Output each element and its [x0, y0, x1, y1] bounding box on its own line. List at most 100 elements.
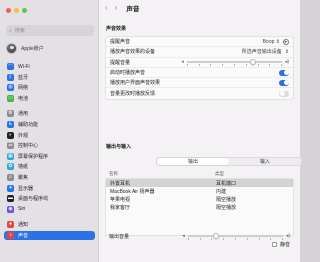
startup-sound-toggle[interactable]: [279, 69, 289, 76]
back-icon[interactable]: ‹: [105, 4, 108, 12]
wifi-icon: ◠: [7, 63, 14, 70]
volume-high-icon: ◂): [284, 59, 289, 66]
zoom-button[interactable]: [22, 8, 27, 13]
mute-label: 静音: [279, 242, 290, 248]
sidebar-item[interactable]: ♪ 声音: [4, 230, 95, 240]
slider-tick: [223, 238, 224, 240]
sidebar-item[interactable]: ◉ Siri: [4, 205, 95, 214]
sidebar-item[interactable]: ⌕ 聚焦: [4, 173, 95, 182]
sidebar-item[interactable]: ▬ 桌面与程序坞: [4, 194, 95, 203]
sidebar-item[interactable]: ◍ 网络: [4, 83, 95, 92]
startup-sound-row: 启动时播放声音: [106, 68, 293, 79]
slider-tick: [199, 238, 201, 240]
slider-tick: [246, 238, 248, 240]
close-button[interactable]: [6, 8, 11, 13]
alert-volume-row: 提醒音量 ◂ ◂): [106, 58, 293, 68]
forward-icon[interactable]: ›: [115, 4, 118, 12]
mute-row: 静音: [105, 241, 294, 248]
output-volume-label: 输出音量: [109, 233, 130, 240]
column-type-header[interactable]: 类型: [215, 171, 294, 177]
sidebar-search[interactable]: ⌕ 搜索: [6, 25, 94, 36]
spotlight-icon: ⌕: [7, 173, 14, 181]
sidebar-item-label: 声音: [18, 232, 29, 239]
table-header: 名称 类型: [105, 170, 294, 178]
slider-tick: [187, 238, 189, 240]
account-item[interactable]: Apple账户: [6, 40, 94, 56]
alert-sound-label: 提醒声音: [110, 39, 131, 46]
slider-tick: [235, 238, 236, 240]
slider-tick: [222, 64, 223, 67]
device-type: 内建: [216, 188, 227, 195]
slider-tick: [281, 64, 282, 67]
sidebar-item[interactable]: ▭ 电池: [4, 94, 95, 103]
sidebar-item-label: 外观: [18, 132, 29, 139]
sound-icon: ♪: [7, 231, 14, 239]
ui-effects-label: 播放用户界面声音效果: [110, 80, 161, 87]
mute-checkbox[interactable]: [271, 242, 277, 247]
sidebar-list: ◠ Wi-Fi ᛒ 蓝牙 ◍ 网络 ▭ 电池 ⚙ 通用 ♿ 辅助功能 ◐ 外观 ☰ 控制中心 ▦ 屏幕保护程序 ✿ 墙…: [4, 62, 95, 242]
volume-low-icon: ◂: [181, 59, 184, 66]
screensaver-icon: ▦: [7, 152, 14, 160]
wallpaper-icon: ✿: [7, 163, 14, 171]
play-sound-icon[interactable]: ▸: [283, 38, 289, 45]
alerts-panel: 提醒声音 Boop ⇕ ▸ 播放声音效果的设备 所选声音输出设备 ⇕ 提醒音量 …: [105, 36, 294, 100]
search-input[interactable]: 搜索: [15, 27, 25, 34]
sidebar-item-label: 辅助功能: [18, 121, 39, 128]
appearance-icon: ◐: [7, 131, 14, 139]
table-row[interactable]: 苹果电视 隔空播放: [106, 196, 293, 204]
alert-sound-select[interactable]: Boop ⇕: [263, 39, 280, 45]
network-icon: ◍: [7, 84, 14, 92]
search-icon: ⌕: [9, 27, 12, 34]
sidebar-item[interactable]: ◠ Wi-Fi: [4, 62, 95, 71]
chevron-updown-icon: ⇕: [284, 48, 289, 55]
gear-icon: ⚙: [7, 110, 14, 118]
table-row[interactable]: MacBook Air 扬声器 内建: [106, 187, 293, 195]
alert-volume-slider[interactable]: [186, 58, 282, 67]
output-volume-panel: 输出音量 ◂ ◂) 静音: [105, 231, 294, 253]
sidebar-item[interactable]: ♿ 辅助功能: [4, 120, 95, 129]
play-through-select[interactable]: 所选声音输出设备 ⇕: [242, 48, 289, 56]
table-row[interactable]: 外置耳机 耳机端口: [106, 179, 293, 188]
ui-effects-toggle[interactable]: [279, 79, 289, 86]
tab-output[interactable]: 输出: [157, 158, 229, 165]
sidebar-item-label: 蓝牙: [18, 74, 29, 81]
tab-input[interactable]: 输入: [229, 158, 301, 165]
slider-tick: [282, 238, 283, 240]
volume-feedback-toggle[interactable]: [279, 90, 289, 97]
slider-tick: [210, 64, 211, 67]
output-volume-slider[interactable]: [187, 232, 283, 240]
sound-effects-heading: 声音效果: [106, 26, 127, 32]
volume-high-icon: ◂): [285, 233, 290, 239]
table-body: 外置耳机 耳机端口 MacBook Air 扬声器 内建 苹果电视 隔空播放 我家客厅 隔空播…: [105, 178, 294, 237]
slider-tick: [258, 238, 260, 240]
sidebar-item[interactable]: ᛒ 蓝牙: [4, 73, 95, 82]
sidebar-item[interactable]: ✿ 墙纸: [4, 162, 95, 171]
avatar: [6, 42, 17, 54]
sidebar-item[interactable]: ● 通知: [4, 220, 95, 229]
device-name: MacBook Air 扬声器: [110, 188, 155, 195]
alert-volume-label: 提醒音量: [110, 59, 131, 66]
volume-feedback-row: 音量更改时播放反馈: [106, 88, 293, 98]
table-row[interactable]: 我家客厅 隔空播放: [106, 204, 293, 212]
column-name-header[interactable]: 名称: [109, 171, 215, 177]
volume-low-icon: ◂: [182, 233, 185, 239]
sidebar-item-label: 电池: [18, 95, 29, 102]
sidebar: ⌕ 搜索 Apple账户 ◠ Wi-Fi ᛒ 蓝牙 ◍ 网络 ▭ 电池 ⚙ 通用 ♿ 辅助功能 ◐ 外观 ☰…: [0, 0, 99, 262]
device-table: 名称 类型 外置耳机 耳机端口 MacBook Air 扬声器 内建 苹果电视 隔空播放我…: [105, 170, 294, 237]
sidebar-item[interactable]: ☀ 显示器: [4, 184, 95, 193]
sidebar-item[interactable]: ▦ 屏幕保护程序: [4, 152, 95, 161]
sidebar-item[interactable]: ⚙ 通用: [4, 109, 95, 118]
slider-tick: [257, 64, 259, 67]
sidebar-item[interactable]: ☰ 控制中心: [4, 141, 95, 150]
sidebar-item-label: 网络: [18, 85, 29, 92]
sidebar-item[interactable]: ◐ 外观: [4, 131, 95, 140]
play-through-row: 播放声音效果的设备 所选声音输出设备 ⇕: [106, 47, 293, 58]
display-icon: ☀: [7, 184, 14, 192]
chevron-updown-icon: ⇕: [275, 38, 280, 45]
alert-sound-row: 提醒声音 Boop ⇕ ▸: [106, 37, 293, 48]
slider-tick: [270, 238, 271, 240]
notifications-icon: ●: [7, 221, 14, 229]
minimize-button[interactable]: [14, 8, 19, 13]
volume-feedback-label: 音量更改时播放反馈: [110, 91, 156, 98]
sidebar-item-label: Wi-Fi: [18, 63, 30, 70]
